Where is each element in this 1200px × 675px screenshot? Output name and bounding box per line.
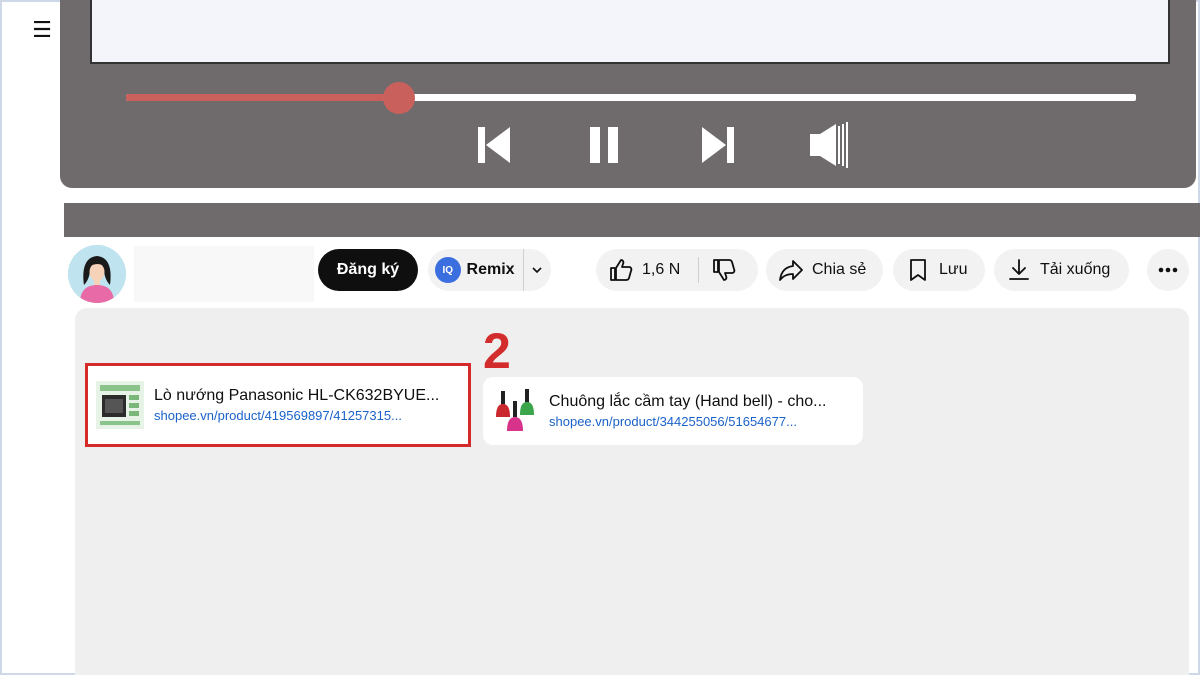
share-icon [779, 260, 803, 281]
video-description: 2 Lò nướng Panasonic HL-CK632BYUE... sho… [75, 308, 1189, 675]
download-icon [1009, 259, 1029, 280]
save-button[interactable]: Lưu [893, 249, 985, 291]
video-player [60, 0, 1196, 188]
progress-thumb[interactable] [382, 82, 415, 114]
player-bottom-bar [64, 203, 1200, 237]
iq-badge-icon: IQ [435, 257, 461, 283]
hand-bell-product-thumbnail [491, 387, 539, 435]
woman-avatar-icon[interactable] [68, 245, 126, 303]
hamburger-menu-icon[interactable]: ☰ [30, 18, 54, 42]
product-link[interactable]: shopee.vn/product/419569897/41257315... [154, 408, 439, 423]
thumbs-down-icon[interactable] [711, 257, 737, 283]
video-frame[interactable] [90, 0, 1170, 64]
share-label: Chia sẻ [812, 261, 867, 278]
previous-icon[interactable] [474, 124, 514, 166]
bookmark-icon [910, 259, 926, 281]
pause-icon[interactable] [584, 124, 624, 166]
volume-icon[interactable] [808, 120, 852, 170]
product-card[interactable]: Lò nướng Panasonic HL-CK632BYUE... shope… [85, 363, 471, 447]
progress-bar[interactable] [126, 82, 1136, 114]
product-link[interactable]: shopee.vn/product/344255056/51654677... [549, 414, 826, 429]
frame-left [0, 0, 2, 675]
progress-fill [126, 94, 399, 101]
product-title[interactable]: Lò nướng Panasonic HL-CK632BYUE... [154, 387, 439, 405]
next-icon[interactable] [698, 124, 738, 166]
product-card[interactable]: Chuông lắc cầm tay (Hand bell) - cho... … [483, 377, 863, 445]
download-label: Tải xuống [1040, 261, 1111, 278]
product-title[interactable]: Chuông lắc cầm tay (Hand bell) - cho... [549, 393, 826, 411]
oven-product-thumbnail [96, 381, 144, 429]
subscribe-button[interactable]: Đăng ký [318, 249, 418, 291]
remix-button[interactable]: IQ Remix [428, 249, 551, 291]
like-divider [698, 257, 700, 283]
save-label: Lưu [939, 261, 968, 278]
channel-name-area[interactable] [134, 246, 314, 302]
chevron-down-icon[interactable] [524, 263, 551, 277]
share-button[interactable]: Chia sẻ [766, 249, 883, 291]
more-options-icon[interactable] [1147, 249, 1189, 291]
like-dislike-group: 1,6 N [596, 249, 758, 291]
like-count[interactable]: 1,6 N [642, 261, 680, 279]
remix-label: Remix [466, 261, 515, 278]
download-button[interactable]: Tải xuống [994, 249, 1129, 291]
thumbs-up-icon[interactable] [608, 257, 634, 283]
step-number-annotation: 2 [483, 323, 511, 379]
